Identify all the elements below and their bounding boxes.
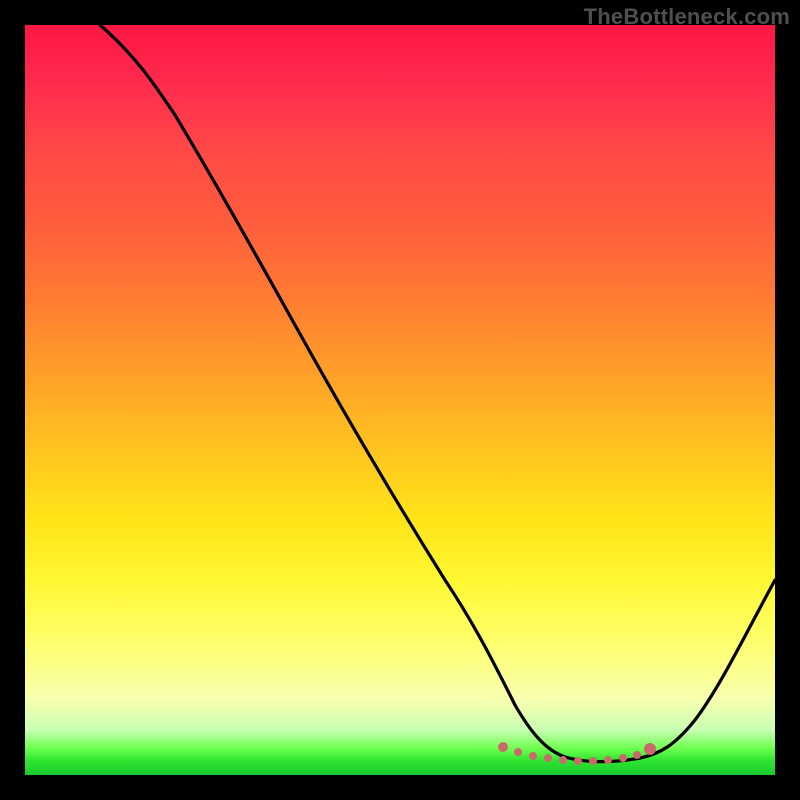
optimal-band-markers: [498, 742, 656, 765]
plot-area: [25, 25, 775, 775]
watermark-text: TheBottleneck.com: [584, 4, 790, 30]
bottleneck-curve: [100, 25, 775, 762]
chart-frame: TheBottleneck.com: [0, 0, 800, 800]
bottleneck-curve-svg: [25, 25, 775, 775]
